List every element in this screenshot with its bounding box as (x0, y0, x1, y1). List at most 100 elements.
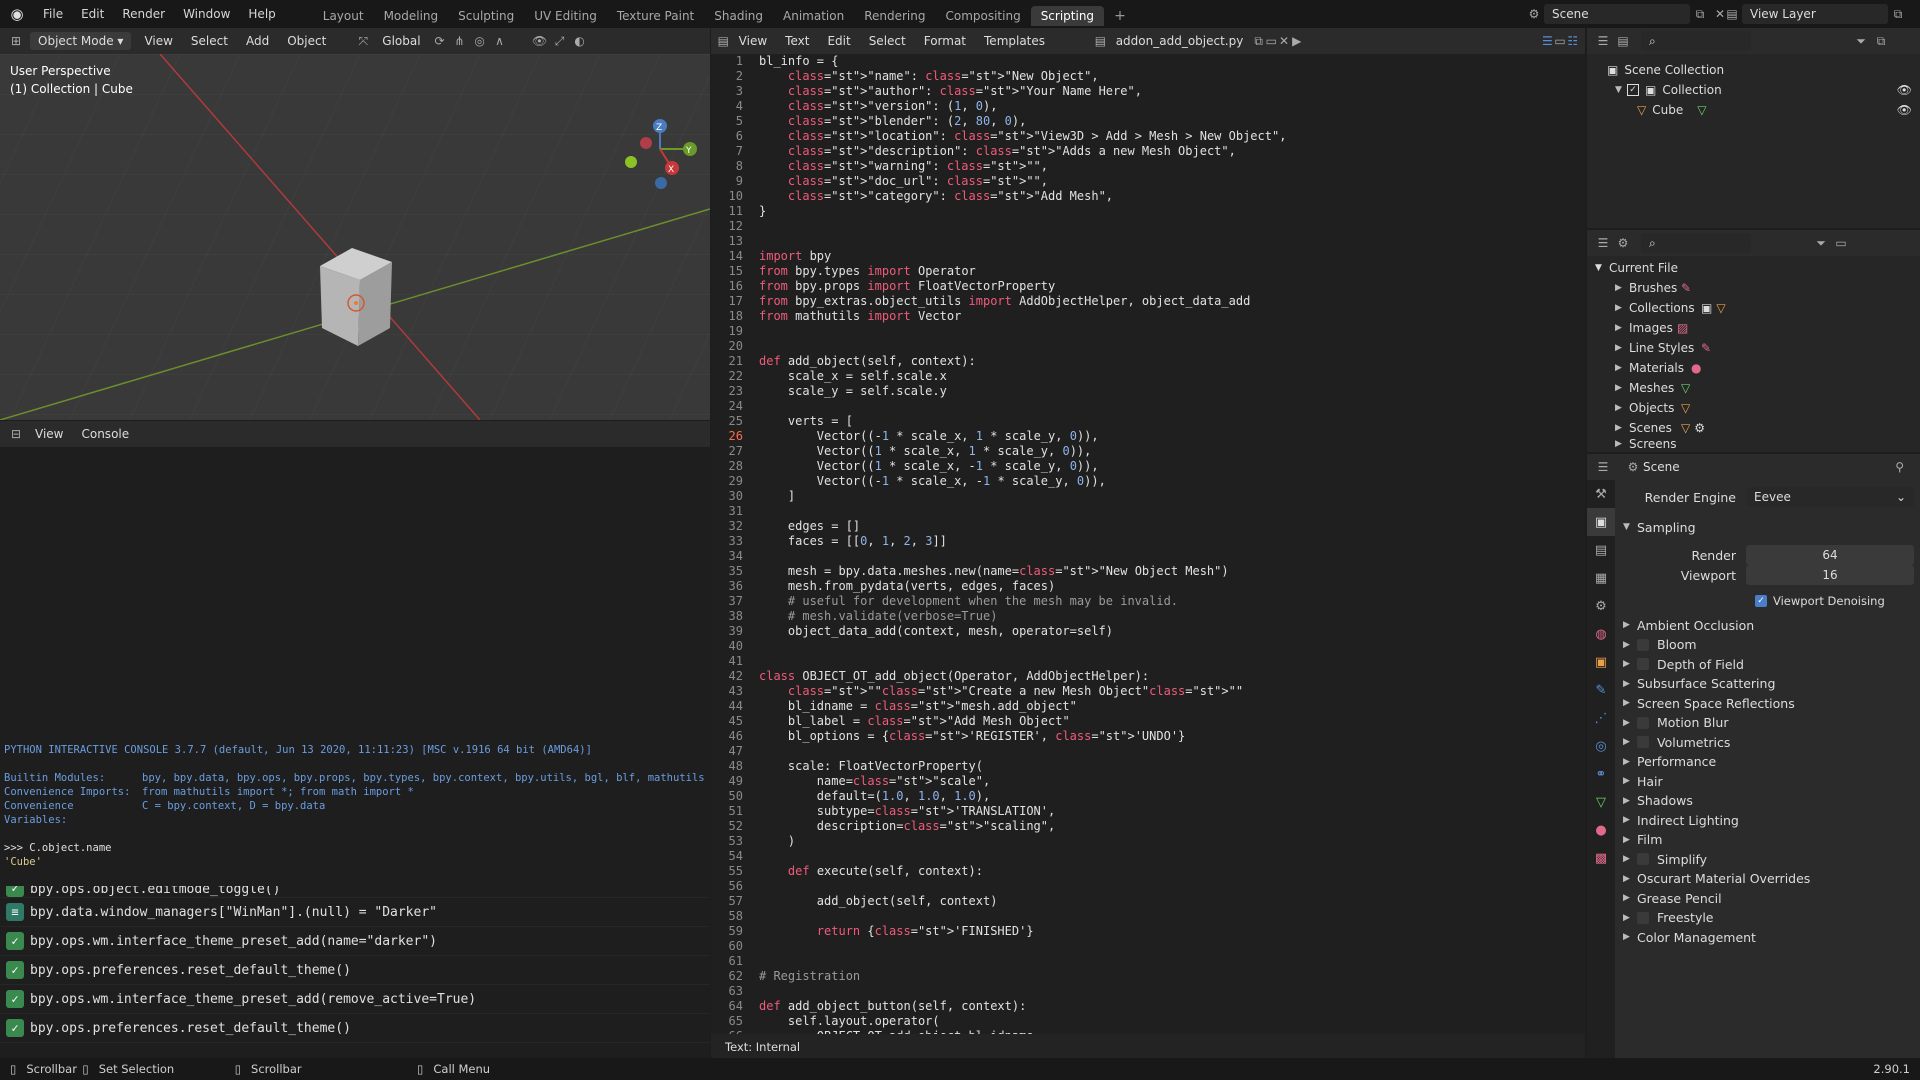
code-line[interactable]: 20 (711, 339, 1571, 354)
object-mode-dropdown[interactable]: Object Mode ▾ (30, 32, 132, 50)
duplicate-text-icon[interactable]: ⧉ (1252, 31, 1265, 51)
proportional-edit-icon[interactable]: ◎ (470, 31, 490, 51)
expand-icon[interactable]: ▼ (1615, 85, 1627, 95)
transform-orientation-icon[interactable]: ⤧ (353, 31, 373, 51)
current-file-row[interactable]: ▼ Current File (1587, 258, 1920, 278)
render-samples-field[interactable]: 64 (1746, 545, 1914, 565)
text-menu-text[interactable]: Text (776, 34, 818, 48)
code-line[interactable]: 31 (711, 504, 1571, 519)
text-menu-select[interactable]: Select (860, 34, 915, 48)
code-line[interactable]: 57 add_object(self, context) (711, 894, 1571, 909)
data-item-brushes[interactable]: ▶ Brushes ✎ (1587, 278, 1920, 298)
tab-shading[interactable]: Shading (704, 6, 773, 26)
expand-icon[interactable]: ▶ (1615, 439, 1629, 449)
checkbox-icon[interactable] (1637, 736, 1649, 748)
code-line[interactable]: 12 (711, 219, 1571, 234)
text-browse-icon[interactable]: ▤ (1094, 31, 1107, 51)
filter-icon[interactable]: ⏷ (1851, 31, 1871, 51)
code-line[interactable]: 42 class OBJECT_OT_add_object(Operator, A… (711, 669, 1571, 684)
code-line[interactable]: 10 class="st">"category": class="st">"Ad… (711, 189, 1571, 204)
code-line[interactable]: 13 (711, 234, 1571, 249)
expand-icon[interactable]: ▶ (1615, 283, 1629, 293)
viewport-canvas[interactable]: Z Y X (0, 53, 710, 420)
code-line[interactable]: 58 (711, 909, 1571, 924)
data-item-materials[interactable]: ▶ Materials ● (1587, 358, 1920, 378)
viewport-samples-field[interactable]: 16 (1746, 565, 1914, 585)
code-line[interactable]: 46 bl_options = {class="st">'REGISTER', … (711, 729, 1571, 744)
collection-row[interactable]: ▼ ✓ ▣ Collection 👁 (1587, 80, 1920, 100)
scene-collection-row[interactable]: ▣ Scene Collection (1587, 60, 1920, 80)
checkbox-icon[interactable]: ✓ (1755, 595, 1767, 607)
expand-icon[interactable]: ▼ (1595, 263, 1609, 273)
data-item-line-styles[interactable]: ▶ Line Styles ✎ (1587, 338, 1920, 358)
checkbox-icon[interactable] (1637, 716, 1649, 729)
code-line[interactable]: 61 (711, 954, 1571, 969)
code-line[interactable]: 41 (711, 654, 1571, 669)
properties-editor-type-icon[interactable]: ☰ (1593, 457, 1613, 477)
tab-texture-paint[interactable]: Texture Paint (607, 6, 704, 26)
viewport-menu-object[interactable]: Object (278, 34, 335, 48)
code-line[interactable]: 45 bl_label = class="st">"Add Mesh Objec… (711, 714, 1571, 729)
tab-layout[interactable]: Layout (313, 6, 374, 26)
sampling-panel-header[interactable]: ▼ Sampling (1623, 516, 1914, 538)
view-layer-icon[interactable]: ▤ (1722, 4, 1742, 24)
add-workspace-icon[interactable]: + (1104, 6, 1136, 26)
code-line[interactable]: 11} (711, 204, 1571, 219)
render-engine-dropdown[interactable]: Eevee ⌄ (1746, 487, 1914, 507)
code-line[interactable]: 7 class="st">"description": class="st">"… (711, 144, 1571, 159)
render-tab-icon[interactable]: ▣ (1587, 508, 1615, 536)
file-view-search-input[interactable]: ⌕ (1641, 233, 1751, 253)
expand-icon[interactable]: ▶ (1615, 323, 1629, 333)
scene-field[interactable]: Scene (1544, 4, 1690, 24)
code-line[interactable]: 3 class="st">"author": class="st">"Your … (711, 84, 1571, 99)
collapse-icon[interactable]: ▭ (1831, 233, 1851, 253)
display-mode-icon[interactable]: ⚙ (1613, 233, 1633, 253)
code-line[interactable]: 15 from bpy.types import Operator (711, 264, 1571, 279)
pivot-icon[interactable]: ⟳ (430, 31, 450, 51)
display-mode-icon[interactable]: ▤ (1613, 31, 1633, 51)
checkbox-icon[interactable] (1637, 853, 1649, 865)
menu-file[interactable]: File (34, 0, 72, 28)
code-line[interactable]: 54 (711, 849, 1571, 864)
tab-uv-editing[interactable]: UV Editing (524, 6, 607, 26)
menu-window[interactable]: Window (174, 0, 239, 28)
code-line[interactable]: 64 def add_object_button(self, context): (711, 999, 1571, 1014)
code-line[interactable]: 35 mesh = bpy.data.meshes.new(name=class… (711, 564, 1571, 579)
falloff-icon[interactable]: ∧ (490, 31, 510, 51)
menu-edit[interactable]: Edit (72, 0, 113, 28)
code-line[interactable]: 49 name=class="st">"scale", (711, 774, 1571, 789)
code-line[interactable]: 14 import bpy (711, 249, 1571, 264)
cube-row[interactable]: ▽ Cube ▽ 👁 (1587, 100, 1920, 120)
code-line[interactable]: 26 Vector((-1 * scale_x, 1 * scale_y, 0)… (711, 429, 1571, 444)
cube-object[interactable] (320, 248, 392, 346)
close-text-icon[interactable]: ✕ (1278, 31, 1291, 51)
filter-icon[interactable]: ⏷ (1811, 233, 1831, 253)
expand-icon[interactable]: ▶ (1615, 383, 1629, 393)
code-line[interactable]: 50 default=(1.0, 1.0, 1.0), (711, 789, 1571, 804)
data-item-collections[interactable]: ▶ Collections ▣ ▽ (1587, 298, 1920, 318)
code-line[interactable]: 5 class="st">"blender": (2, 80, 0), (711, 114, 1571, 129)
code-line[interactable]: 32 edges = [] (711, 519, 1571, 534)
code-line[interactable]: 37 # useful for development when the mes… (711, 594, 1571, 609)
expand-icon[interactable]: ▶ (1615, 403, 1629, 413)
viewport-menu-select[interactable]: Select (182, 34, 237, 48)
code-line[interactable]: 44 bl_idname = class="st">"mesh.add_obje… (711, 699, 1571, 714)
code-line[interactable]: 62 # Registration (711, 969, 1571, 984)
code-line[interactable]: 48 scale: FloatVectorProperty( (711, 759, 1571, 774)
code-line[interactable]: 30 ] (711, 489, 1571, 504)
code-line[interactable]: 2 class="st">"name": class="st">"New Obj… (711, 69, 1571, 84)
tab-scripting[interactable]: Scripting (1030, 6, 1105, 26)
physics-tab-icon[interactable]: ◎ (1587, 732, 1615, 760)
code-line[interactable]: 6 class="st">"location": class="st">"Vie… (711, 129, 1571, 144)
code-line[interactable]: 47 (711, 744, 1571, 759)
code-line[interactable]: 8 class="st">"warning": class="st">"", (711, 159, 1571, 174)
expand-icon[interactable]: ▶ (1615, 423, 1629, 433)
eye-icon[interactable]: 👁 (1897, 83, 1912, 97)
viewport-menu-view[interactable]: View (135, 34, 181, 48)
world-tab-icon[interactable]: ◍ (1587, 620, 1615, 648)
expand-icon[interactable]: ▶ (1615, 303, 1629, 313)
constraints-tab-icon[interactable]: ⚭ (1587, 760, 1615, 788)
text-menu-view[interactable]: View (730, 34, 776, 48)
outliner-editor-type-icon[interactable]: ☰ (1593, 31, 1613, 51)
code-line[interactable]: 17 from bpy_extras.object_utils import Ad… (711, 294, 1571, 309)
